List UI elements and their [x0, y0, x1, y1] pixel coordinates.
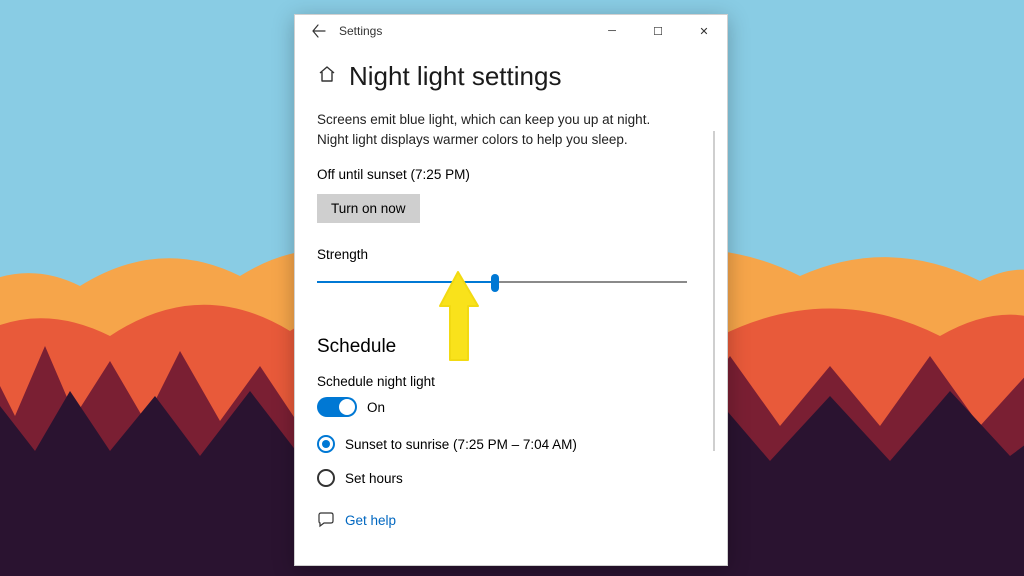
- vertical-scrollbar[interactable]: [713, 131, 715, 451]
- strength-slider[interactable]: [317, 270, 687, 294]
- schedule-toggle[interactable]: [317, 397, 357, 417]
- chat-help-icon: [317, 511, 335, 529]
- minimize-icon: ─: [608, 25, 616, 37]
- close-button[interactable]: ✕: [681, 15, 727, 47]
- close-icon: ✕: [699, 25, 708, 38]
- radio-sunset-to-sunrise[interactable]: Sunset to sunrise (7:25 PM – 7:04 AM): [317, 435, 717, 453]
- slider-track-filled: [317, 281, 495, 283]
- maximize-icon: ☐: [653, 25, 663, 38]
- get-help-text: Get help: [345, 513, 396, 528]
- strength-label: Strength: [317, 247, 717, 262]
- schedule-heading: Schedule: [317, 336, 717, 358]
- toggle-knob: [339, 399, 355, 415]
- page-description: Screens emit blue light, which can keep …: [317, 110, 677, 149]
- toggle-state-text: On: [367, 400, 385, 415]
- home-icon[interactable]: [317, 64, 337, 89]
- desktop-wallpaper: Settings ─ ☐ ✕ Night light settings Scre…: [0, 0, 1024, 576]
- get-help-link[interactable]: Get help: [317, 511, 717, 529]
- settings-window: Settings ─ ☐ ✕ Night light settings Scre…: [294, 14, 728, 566]
- window-content: Night light settings Screens emit blue l…: [317, 55, 717, 565]
- radio-label: Sunset to sunrise (7:25 PM – 7:04 AM): [345, 437, 577, 452]
- slider-thumb[interactable]: [491, 274, 499, 292]
- turn-on-now-button[interactable]: Turn on now: [317, 194, 420, 223]
- slider-track-empty: [495, 281, 687, 283]
- title-bar[interactable]: Settings ─ ☐ ✕: [295, 15, 727, 47]
- radio-icon: [317, 435, 335, 453]
- radio-label: Set hours: [345, 471, 403, 486]
- radio-set-hours[interactable]: Set hours: [317, 469, 717, 487]
- back-button[interactable]: [303, 15, 335, 47]
- page-title: Night light settings: [349, 61, 561, 92]
- night-light-status: Off until sunset (7:25 PM): [317, 167, 717, 182]
- minimize-button[interactable]: ─: [589, 15, 635, 47]
- app-title: Settings: [335, 24, 382, 38]
- schedule-toggle-label: Schedule night light: [317, 374, 717, 389]
- maximize-button[interactable]: ☐: [635, 15, 681, 47]
- radio-icon: [317, 469, 335, 487]
